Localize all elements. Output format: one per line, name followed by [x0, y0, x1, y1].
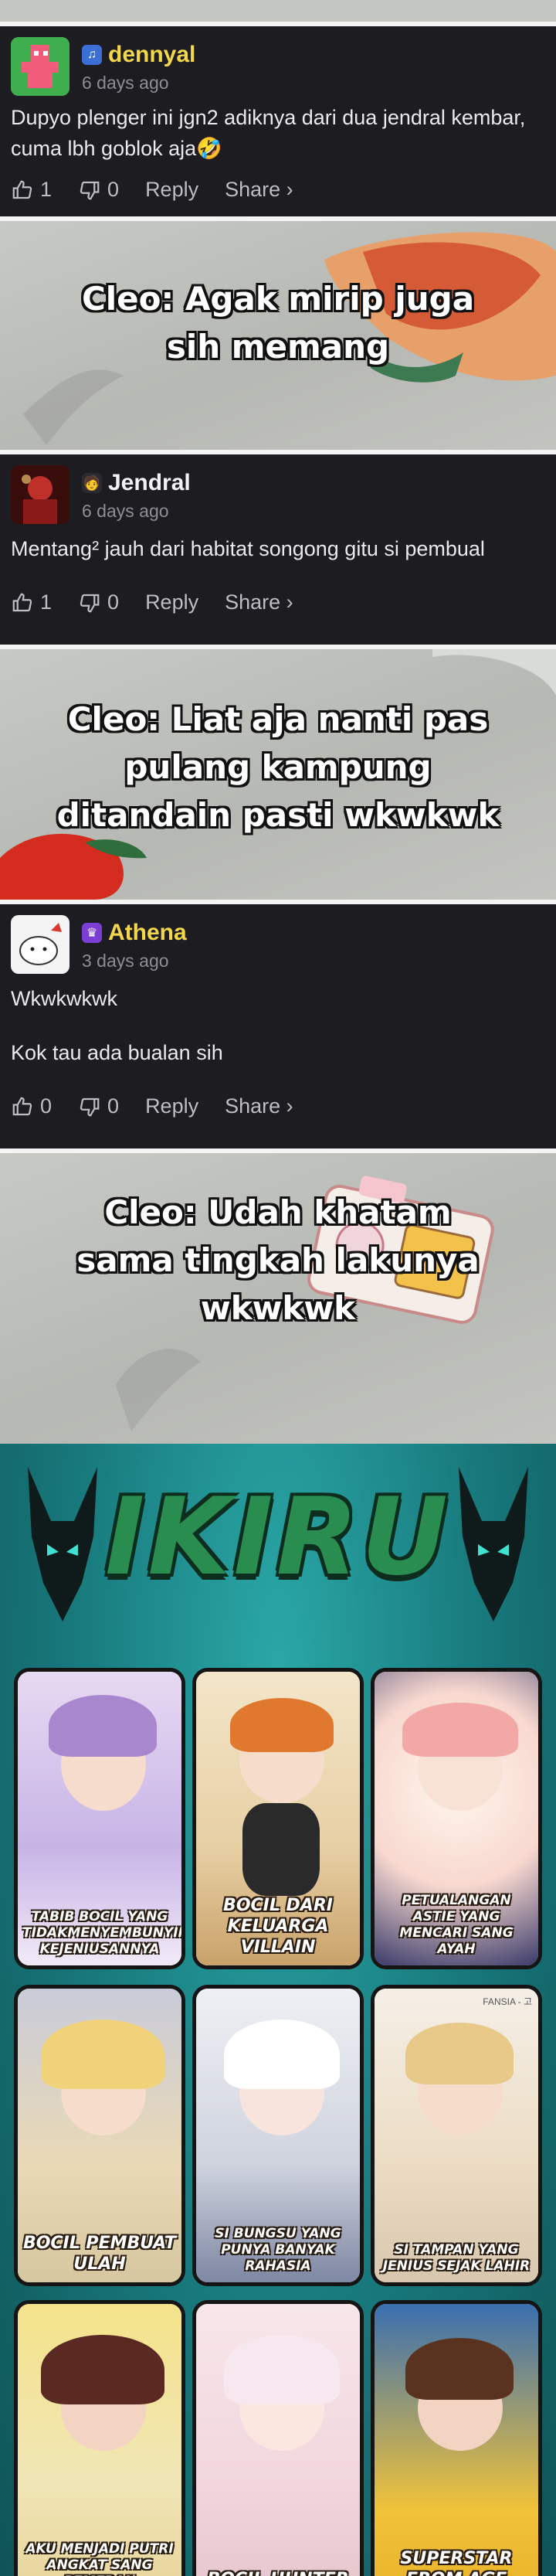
watermark: FANSIA - 고: [483, 1996, 532, 2007]
panel-caption: Cleo: Agak mirip juga sih memang: [81, 280, 475, 366]
manga-card[interactable]: SI BUNGSU YANG PUNYA BANYAK RAHASIA: [192, 1985, 364, 2286]
comment-card: ♫ dennyal 6 days ago Dupyo plenger ini j…: [0, 26, 556, 216]
thumbs-down-icon: [80, 181, 100, 199]
like-button[interactable]: 0: [11, 1094, 52, 1118]
username[interactable]: Athena: [108, 920, 187, 946]
share-button[interactable]: Share ›: [225, 178, 293, 202]
like-button[interactable]: 1: [11, 590, 52, 614]
manga-card[interactable]: BOCIL DARI KELUARGA VILLAIN: [192, 1668, 364, 1969]
comic-panel: Cleo: Agak mirip juga sih memang: [0, 221, 556, 450]
manga-title: SI BUNGSU YANG PUNYA BANYAK RAHASIA: [215, 2226, 341, 2274]
panel-caption: Cleo: Liat aja nanti pas pulang kampung …: [56, 700, 500, 834]
thumbs-up-icon: [12, 593, 32, 611]
manga-title: AKU MENJADI PUTRI ANGKAT SANG PEMERAN: [25, 2541, 174, 2576]
comment-text: Kok tau ada bualan sih: [11, 1041, 223, 1064]
manga-title: SI TAMPAN YANG JENIUS SEJAK LAHIR: [382, 2242, 531, 2274]
timestamp: 3 days ago: [82, 951, 169, 971]
avatar[interactable]: [11, 465, 70, 524]
dislike-button[interactable]: 0: [78, 178, 119, 202]
like-button[interactable]: 1: [11, 178, 52, 202]
comic-panel: Cleo: Liat aja nanti pas pulang kampung …: [0, 649, 556, 900]
manga-title: BOCIL PEMBUAT ULAH: [22, 2234, 177, 2274]
dislike-count: 0: [107, 1094, 120, 1118]
thumbs-up-icon: [12, 1097, 32, 1115]
username[interactable]: Jendral: [108, 470, 191, 496]
manga-card[interactable]: SUPERSTAR FROM AGE: [371, 2300, 542, 2576]
dislike-count: 0: [107, 590, 120, 614]
share-button[interactable]: Share ›: [225, 1094, 293, 1118]
thumbs-up-icon: [12, 180, 32, 199]
manga-card[interactable]: BOCIL HUNTER: [192, 2300, 364, 2576]
manga-card[interactable]: BOCIL PEMBUAT ULAH: [14, 1985, 185, 2286]
crown-icon: ♛: [82, 923, 102, 943]
like-count: 1: [40, 178, 53, 201]
like-count: 1: [40, 590, 53, 614]
avatar[interactable]: [11, 37, 70, 96]
previous-panel-edge: [0, 0, 556, 22]
reply-button[interactable]: Reply: [145, 590, 198, 614]
username[interactable]: dennyal: [108, 42, 195, 68]
comic-panel: Cleo: Udah khatam sama tingkah lakunya w…: [0, 1153, 556, 1444]
manga-title: TABIB BOCIL YANG TIDAKMENYEMBUNYIKAN KEJ…: [22, 1909, 181, 1957]
comment-text: Mentang² jauh dari habitat songong gitu …: [11, 537, 485, 560]
manga-card[interactable]: TABIB BOCIL YANG TIDAKMENYEMBUNYIKAN KEJ…: [14, 1668, 185, 1969]
avatar[interactable]: [11, 915, 70, 974]
manga-title: BOCIL HUNTER: [201, 2569, 355, 2576]
comment-text: Dupyo plenger ini jgn2 adiknya dari dua …: [11, 106, 526, 160]
thumbs-down-icon: [80, 594, 100, 612]
like-count: 0: [40, 1094, 53, 1118]
brand-logo: IKIRU: [105, 1475, 451, 1599]
panel-caption: Cleo: Udah khatam sama tingkah lakunya w…: [76, 1193, 480, 1327]
thumbs-down-icon: [80, 1097, 100, 1116]
manga-title: PETUALANGAN ASTIE YANG MENCARI SANG AYAH: [399, 1893, 514, 1957]
timestamp: 6 days ago: [82, 501, 169, 521]
music-note-icon: ♫: [82, 45, 102, 65]
manga-title: SUPERSTAR FROM AGE: [400, 2549, 513, 2576]
comment-card: ♛ Athena 3 days ago Wkwkwkwk Kok tau ada…: [0, 904, 556, 1148]
manga-card[interactable]: AKU MENJADI PUTRI ANGKAT SANG PEMERAN: [14, 2300, 185, 2576]
timestamp: 6 days ago: [82, 73, 169, 93]
reply-button[interactable]: Reply: [145, 178, 198, 202]
share-button[interactable]: Share ›: [225, 590, 293, 614]
comment-text: Wkwkwkwk: [11, 987, 117, 1010]
dislike-button[interactable]: 0: [78, 1094, 119, 1118]
manga-card[interactable]: PETUALANGAN ASTIE YANG MENCARI SANG AYAH: [371, 1668, 542, 1969]
manga-title: BOCIL DARI KELUARGA VILLAIN: [223, 1896, 333, 1957]
dislike-count: 0: [107, 178, 120, 201]
manga-card[interactable]: FANSIA - 고 SI TAMPAN YANG JENIUS SEJAK L…: [371, 1985, 542, 2286]
comment-card: 🧑 Jendral 6 days ago Mentang² jauh dari …: [0, 454, 556, 645]
person-icon: 🧑: [82, 473, 102, 493]
promo-banner[interactable]: IKIRU TABIB BOCIL YANG TIDAKMENYEMBUNYI K…: [0, 1444, 556, 2576]
dislike-button[interactable]: 0: [78, 590, 119, 614]
reply-button[interactable]: Reply: [145, 1094, 198, 1118]
